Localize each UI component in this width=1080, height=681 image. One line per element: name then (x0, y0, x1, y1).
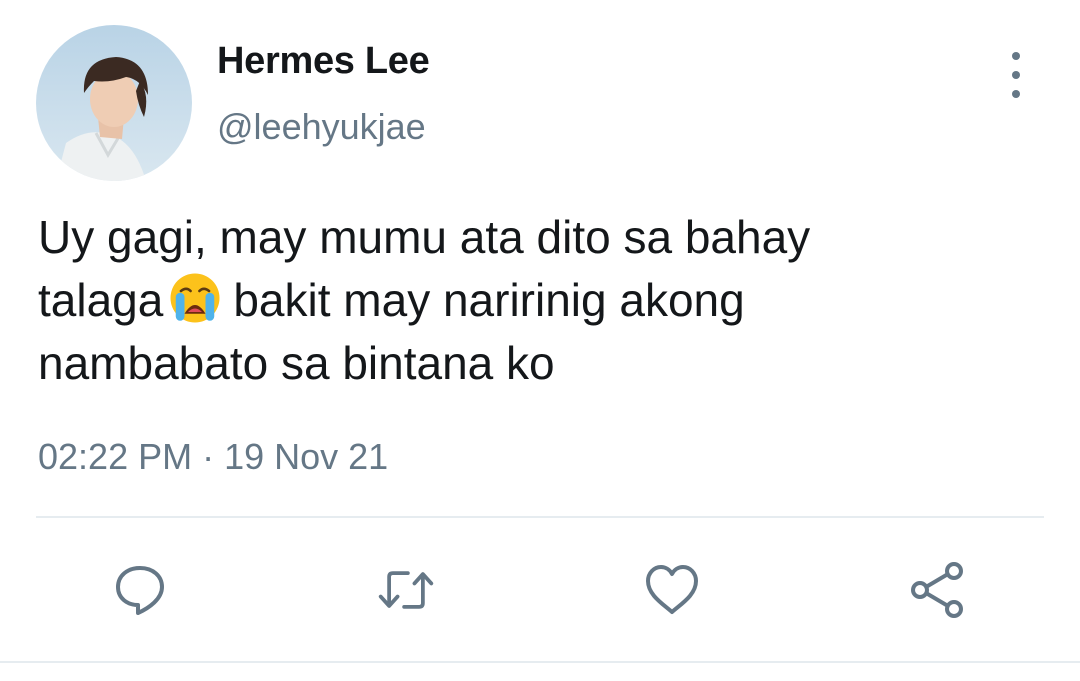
more-dot (1012, 90, 1020, 98)
tweet-text-line: talaga bakit may naririnig akong (38, 269, 1038, 332)
retweet-icon (378, 571, 434, 609)
reply-button[interactable] (110, 560, 170, 620)
tweet-text: Uy gagi, may mumu ata dito sa bahay tala… (38, 206, 1038, 395)
tweet-text-line: Uy gagi, may mumu ata dito sa bahay (38, 211, 811, 263)
avatar[interactable] (36, 25, 192, 181)
share-button[interactable] (908, 560, 968, 620)
retweet-button[interactable] (376, 560, 436, 620)
tweet-text-line: nambabato sa bintana ko (38, 337, 555, 389)
meta-separator: · (202, 436, 215, 477)
divider (0, 661, 1080, 663)
tweet-time: 02:22 PM (38, 436, 193, 477)
display-name[interactable]: Hermes Lee (217, 40, 430, 83)
avatar-image (36, 25, 192, 181)
more-dot (1012, 52, 1020, 60)
tweet-detail: Hermes Lee @leehyukjae Uy gagi, may mumu… (0, 0, 1080, 681)
tweet-text-segment: talaga (38, 274, 164, 326)
like-button[interactable] (642, 560, 702, 620)
loudly-crying-face-icon (170, 273, 220, 323)
tweet-date: 19 Nov 21 (224, 436, 389, 477)
user-handle[interactable]: @leehyukjae (217, 106, 426, 148)
tweet-timestamp[interactable]: 02:22 PM · 19 Nov 21 (38, 436, 388, 478)
divider (36, 516, 1044, 518)
share-icon (911, 562, 963, 618)
more-dot (1012, 71, 1020, 79)
reply-icon (116, 566, 164, 615)
more-options-button[interactable] (996, 52, 1036, 98)
tweet-text-segment: bakit may naririnig akong (233, 274, 745, 326)
heart-icon (646, 565, 698, 614)
